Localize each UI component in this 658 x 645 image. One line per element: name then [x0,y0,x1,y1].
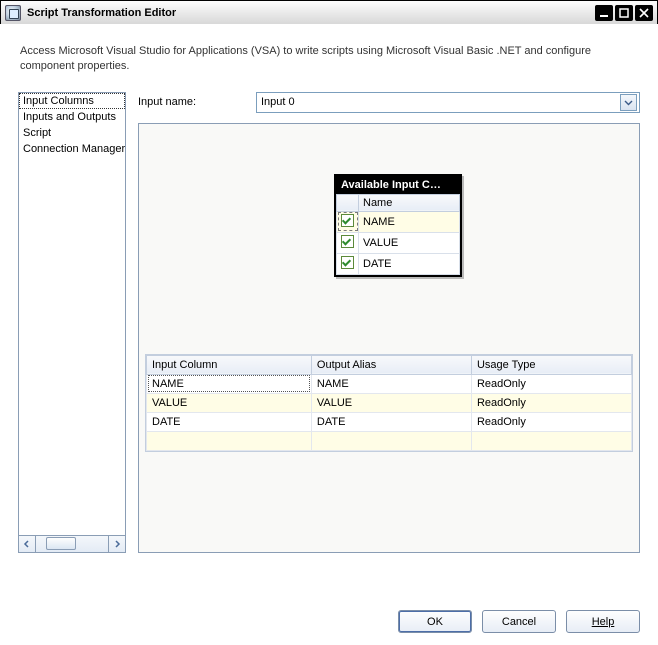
selected-columns-grid[interactable]: Input Column Output Alias Usage Type NAM… [145,354,633,452]
available-column-row[interactable]: VALUE [337,232,460,253]
grid-cell[interactable]: VALUE [311,393,471,412]
checkbox-header[interactable] [337,194,359,211]
nav-horizontal-scrollbar[interactable] [18,536,126,553]
col-header-usage-type[interactable]: Usage Type [471,355,631,374]
nav-item[interactable]: Input Columns [19,93,125,109]
col-header-input-column[interactable]: Input Column [147,355,312,374]
close-button[interactable] [635,5,653,21]
client-area: Access Microsoft Visual Studio for Appli… [0,24,658,645]
col-header-output-alias[interactable]: Output Alias [311,355,471,374]
config-panel: Available Input C… Name NAMEVALUEDATE [138,123,640,553]
help-button[interactable]: Help [566,610,640,633]
available-input-columns-box: Available Input C… Name NAMEVALUEDATE [334,174,462,277]
description-text: Access Microsoft Visual Studio for Appli… [20,44,640,74]
column-name-cell[interactable]: DATE [359,253,460,274]
chevron-down-icon[interactable] [620,94,637,111]
app-icon [5,5,21,21]
grid-row[interactable]: NAMENAMEReadOnly [147,374,632,393]
checkbox-cell[interactable] [337,232,359,253]
window-buttons [595,5,653,21]
checkbox-cell[interactable] [337,211,359,232]
cancel-button[interactable]: Cancel [482,610,556,633]
name-column-header[interactable]: Name [359,194,460,211]
help-button-label: Help [592,616,615,628]
checkbox-cell[interactable] [337,253,359,274]
grid-cell[interactable]: DATE [311,412,471,431]
window-title: Script Transformation Editor [27,7,595,19]
nav-list[interactable]: Input ColumnsInputs and OutputsScriptCon… [18,92,126,536]
grid-cell[interactable]: ReadOnly [471,393,631,412]
nav-item[interactable]: Connection Managers [19,141,125,157]
grid-row-empty[interactable] [147,431,632,450]
column-name-cell[interactable]: NAME [359,211,460,232]
checkbox-checked-icon[interactable] [341,214,354,227]
grid-cell[interactable]: NAME [147,374,312,393]
maximize-button[interactable] [615,5,633,21]
available-columns-table[interactable]: Name NAMEVALUEDATE [336,194,460,275]
grid-cell[interactable] [471,431,631,450]
grid-cell[interactable]: ReadOnly [471,374,631,393]
side-nav: Input ColumnsInputs and OutputsScriptCon… [18,92,126,553]
minimize-button[interactable] [595,5,613,21]
available-columns-header: Available Input C… [336,176,460,194]
nav-item[interactable]: Inputs and Outputs [19,109,125,125]
title-bar: Script Transformation Editor [1,1,657,25]
grid-cell[interactable] [311,431,471,450]
available-column-row[interactable]: DATE [337,253,460,274]
input-name-label: Input name: [138,96,242,108]
grid-cell[interactable]: DATE [147,412,312,431]
ok-button[interactable]: OK [398,610,472,633]
dialog-buttons: OK Cancel Help [398,610,640,633]
grid-row[interactable]: DATEDATEReadOnly [147,412,632,431]
scroll-left-icon[interactable] [19,536,36,552]
grid-cell[interactable] [147,431,312,450]
checkbox-checked-icon[interactable] [341,256,354,269]
grid-cell[interactable]: VALUE [147,393,312,412]
scroll-right-icon[interactable] [108,536,125,552]
nav-item[interactable]: Script [19,125,125,141]
grid-cell[interactable]: ReadOnly [471,412,631,431]
scroll-thumb[interactable] [46,537,76,550]
column-name-cell[interactable]: VALUE [359,232,460,253]
scroll-track[interactable] [36,536,108,552]
input-name-combo[interactable]: Input 0 [256,92,640,113]
grid-row[interactable]: VALUEVALUEReadOnly [147,393,632,412]
input-name-value: Input 0 [261,96,620,108]
grid-cell[interactable]: NAME [311,374,471,393]
available-column-row[interactable]: NAME [337,211,460,232]
checkbox-checked-icon[interactable] [341,235,354,248]
